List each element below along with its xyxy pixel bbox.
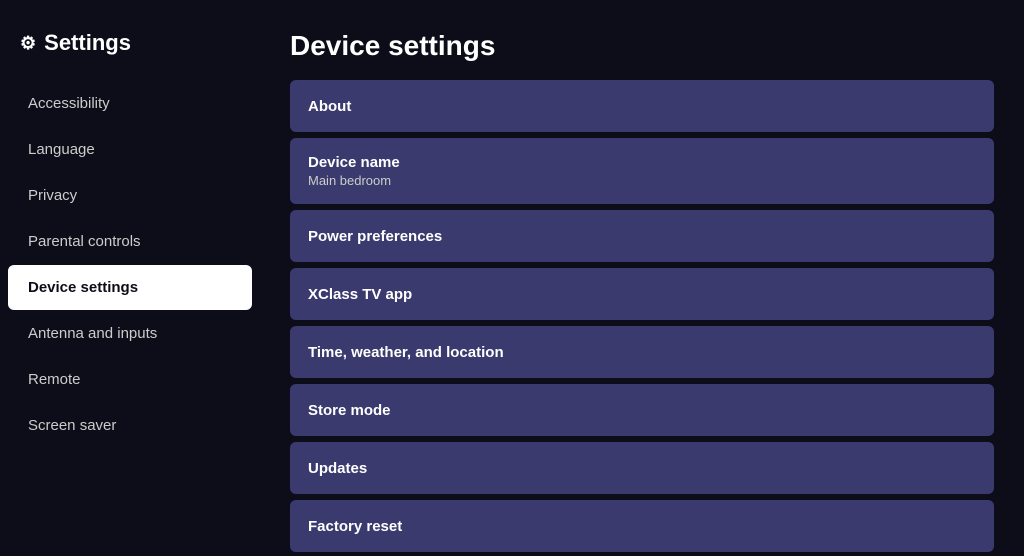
settings-item-label: Factory reset [308, 518, 976, 535]
sidebar-title-label: Settings [44, 30, 131, 56]
sidebar-item-remote[interactable]: Remote [8, 357, 252, 402]
sidebar-item-screen-saver[interactable]: Screen saver [8, 403, 252, 448]
sidebar-item-accessibility[interactable]: Accessibility [8, 81, 252, 126]
settings-item-sublabel: Main bedroom [308, 173, 976, 188]
gear-icon: ⚙ [20, 33, 36, 54]
settings-list: About Device name Main bedroom Power prefer… [290, 80, 994, 552]
settings-item-time-weather-and-location[interactable]: Time, weather, and location [290, 326, 994, 378]
page-title: Device settings [290, 30, 994, 62]
settings-item-xclass-tv-app[interactable]: XClass TV app [290, 268, 994, 320]
sidebar-item-antenna-and-inputs[interactable]: Antenna and inputs [8, 311, 252, 356]
settings-item-store-mode[interactable]: Store mode [290, 384, 994, 436]
sidebar-title: ⚙ Settings [0, 30, 260, 80]
settings-item-label: Power preferences [308, 228, 976, 245]
settings-item-label: About [308, 98, 976, 115]
settings-item-label: Updates [308, 460, 976, 477]
settings-item-about[interactable]: About [290, 80, 994, 132]
settings-item-label: Store mode [308, 402, 976, 419]
sidebar-item-device-settings[interactable]: Device settings [8, 265, 252, 310]
settings-item-updates[interactable]: Updates [290, 442, 994, 494]
settings-item-power-preferences[interactable]: Power preferences [290, 210, 994, 262]
sidebar: ⚙ Settings AccessibilityLanguagePrivacyP… [0, 0, 260, 556]
settings-item-label: Device name [308, 154, 976, 171]
settings-item-label: XClass TV app [308, 286, 976, 303]
main-content: Device settings About Device name Main bed… [260, 0, 1024, 556]
sidebar-item-parental-controls[interactable]: Parental controls [8, 219, 252, 264]
sidebar-item-language[interactable]: Language [8, 127, 252, 172]
sidebar-item-privacy[interactable]: Privacy [8, 173, 252, 218]
settings-item-label: Time, weather, and location [308, 344, 976, 361]
sidebar-nav: AccessibilityLanguagePrivacyParental con… [0, 80, 260, 449]
settings-item-device-name[interactable]: Device name Main bedroom [290, 138, 994, 204]
settings-item-factory-reset[interactable]: Factory reset [290, 500, 994, 552]
